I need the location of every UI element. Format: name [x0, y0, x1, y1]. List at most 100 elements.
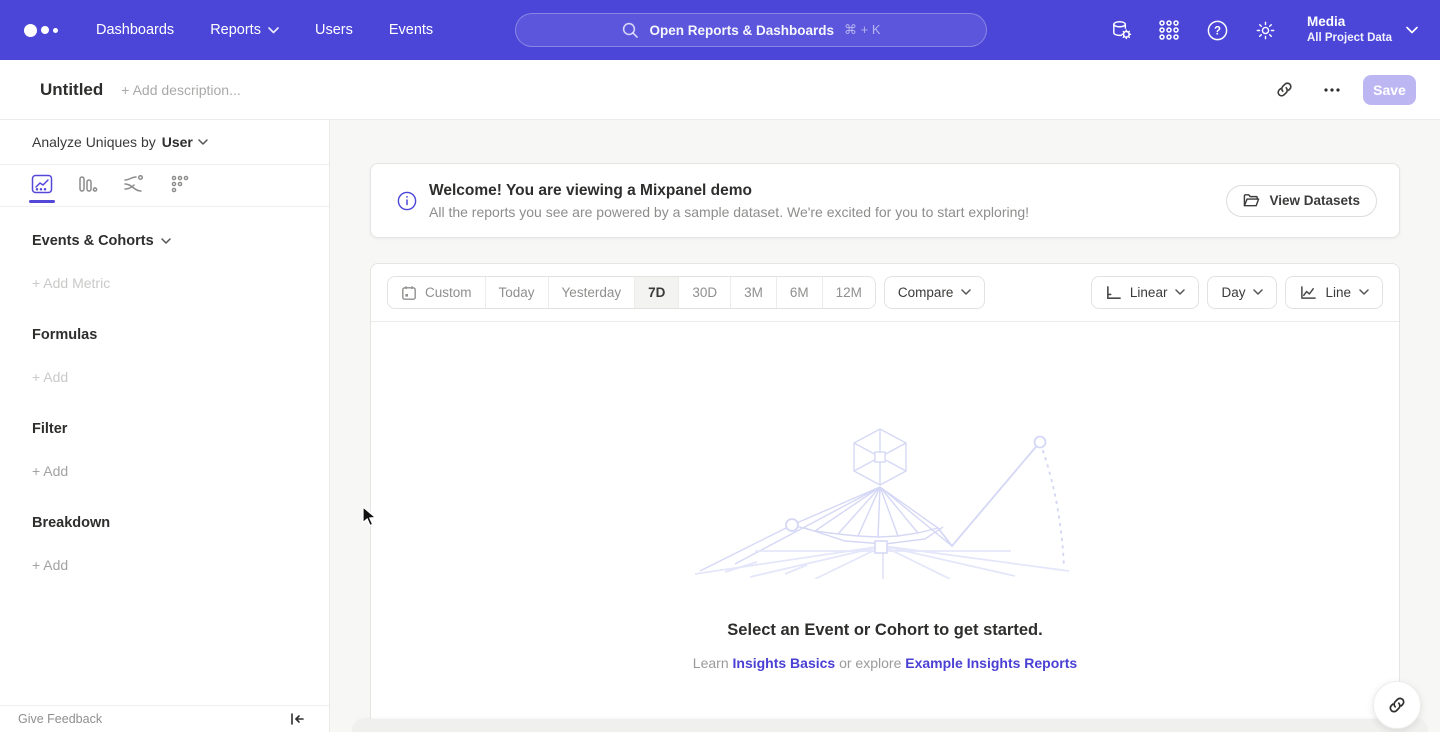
date-range-segmented-control: Custom Today Yesterday 7D 30D 3M 6M 12M — [387, 276, 876, 309]
range-label: Custom — [425, 285, 472, 300]
chevron-down-icon — [161, 238, 171, 245]
range-30d[interactable]: 30D — [678, 277, 730, 308]
copy-link-icon[interactable] — [1267, 73, 1301, 107]
banner-subtitle: All the reports you see are powered by a… — [429, 204, 1029, 220]
empty-state: Select an Event or Cohort to get started… — [371, 322, 1399, 671]
range-label: 6M — [790, 285, 809, 300]
share-link-fab[interactable] — [1373, 681, 1421, 729]
collapse-sidebar-icon[interactable] — [290, 712, 305, 726]
nav-label: Reports — [210, 22, 261, 38]
analyze-uniques-row: Analyze Uniques by User — [0, 120, 329, 165]
scale-dropdown[interactable]: Linear — [1091, 276, 1200, 309]
project-info: Media All Project Data — [1307, 13, 1392, 47]
report-title[interactable]: Untitled — [40, 80, 103, 100]
global-search-input[interactable]: Open Reports & Dashboards ⌘ + K — [515, 13, 987, 47]
main-content: Welcome! You are viewing a Mixpanel demo… — [330, 120, 1440, 732]
range-today[interactable]: Today — [485, 277, 548, 308]
logo-dot — [24, 24, 37, 37]
analyze-by-dropdown[interactable]: User — [162, 134, 208, 150]
range-6m[interactable]: 6M — [776, 277, 822, 308]
chart-type-label: Line — [1325, 285, 1351, 300]
bar-chart-icon — [78, 174, 98, 194]
or-explore-text: or explore — [839, 655, 901, 671]
events-cohorts-section[interactable]: Events & Cohorts — [32, 233, 329, 249]
compare-label: Compare — [898, 285, 954, 300]
chart-type-dropdown[interactable]: Line — [1285, 276, 1383, 309]
add-metric-button[interactable]: + Add Metric — [32, 275, 329, 291]
nav-item-reports[interactable]: Reports — [210, 22, 279, 38]
empty-state-links: Learn Insights Basics or explore Example… — [693, 655, 1077, 671]
add-description-field[interactable]: + Add description... — [121, 82, 240, 98]
next-section-peek[interactable] — [352, 719, 1428, 732]
range-label: 3M — [744, 285, 763, 300]
nav-item-users[interactable]: Users — [315, 22, 353, 38]
compare-dropdown[interactable]: Compare — [884, 276, 986, 309]
more-options-icon[interactable] — [1315, 73, 1349, 107]
tab-insights-line[interactable] — [30, 174, 54, 204]
add-filter-button[interactable]: + Add — [32, 463, 329, 479]
banner-text: Welcome! You are viewing a Mixpanel demo… — [429, 182, 1029, 220]
link-icon — [1387, 695, 1407, 715]
flows-icon — [123, 174, 145, 194]
funnel-dots-icon — [170, 174, 190, 194]
settings-gear-icon[interactable] — [1253, 18, 1277, 42]
view-datasets-button[interactable]: View Datasets — [1226, 185, 1377, 217]
chevron-down-icon — [1406, 26, 1418, 34]
search-placeholder: Open Reports & Dashboards — [649, 23, 834, 38]
range-custom[interactable]: Custom — [388, 277, 485, 308]
analyze-label: Analyze Uniques by — [32, 134, 156, 150]
filter-section-title: Filter — [32, 421, 329, 437]
empty-state-title: Select an Event or Cohort to get started… — [727, 621, 1042, 640]
range-12m[interactable]: 12M — [822, 277, 875, 308]
tab-indicator — [167, 200, 193, 203]
range-label: 12M — [836, 285, 862, 300]
give-feedback-link[interactable]: Give Feedback — [18, 712, 102, 726]
project-scope: All Project Data — [1307, 31, 1392, 47]
interval-dropdown[interactable]: Day — [1207, 276, 1277, 309]
chevron-down-icon — [1359, 289, 1369, 296]
save-button[interactable]: Save — [1363, 75, 1416, 105]
project-name: Media — [1307, 13, 1392, 31]
interval-label: Day — [1221, 285, 1245, 300]
range-3m[interactable]: 3M — [730, 277, 776, 308]
nav-item-dashboards[interactable]: Dashboards — [96, 22, 174, 38]
add-breakdown-button[interactable]: + Add — [32, 557, 329, 573]
search-shortcut: ⌘ + K — [844, 22, 881, 38]
range-label: Yesterday — [562, 285, 622, 300]
sidebar-footer: Give Feedback — [0, 705, 329, 732]
project-switcher[interactable]: Media All Project Data — [1307, 13, 1418, 47]
help-icon[interactable]: ? — [1205, 18, 1229, 42]
axes-icon — [1105, 285, 1122, 301]
apps-grid-icon[interactable] — [1157, 18, 1181, 42]
tab-indicator — [75, 200, 101, 203]
report-header-actions: Save — [1267, 73, 1416, 107]
mixpanel-logo-icon[interactable] — [24, 24, 64, 37]
nav-item-events[interactable]: Events — [389, 22, 433, 38]
range-7d[interactable]: 7D — [634, 277, 678, 308]
tab-bar-chart[interactable] — [76, 174, 100, 204]
formulas-title: Formulas — [32, 327, 97, 343]
nav-label: Users — [315, 22, 353, 38]
add-breakdown-label: + Add — [32, 557, 68, 573]
learn-prefix: Learn — [693, 655, 729, 671]
breakdown-title: Breakdown — [32, 515, 110, 531]
tab-flows[interactable] — [122, 174, 146, 204]
folder-icon — [1243, 193, 1260, 208]
nav-label: Dashboards — [96, 22, 174, 38]
primary-nav: Dashboards Reports Users Events — [96, 22, 433, 38]
empty-state-illustration — [695, 424, 1075, 579]
svg-text:?: ? — [1213, 25, 1220, 37]
range-label: Today — [499, 285, 535, 300]
chevron-down-icon — [268, 27, 279, 34]
demo-welcome-banner: Welcome! You are viewing a Mixpanel demo… — [370, 163, 1400, 238]
tab-funnel-dots[interactable] — [168, 174, 192, 204]
scale-label: Linear — [1130, 285, 1168, 300]
add-metric-label: + Add Metric — [32, 275, 110, 291]
report-card: Custom Today Yesterday 7D 30D 3M 6M 12M … — [370, 263, 1400, 732]
insights-basics-link[interactable]: Insights Basics — [733, 655, 836, 671]
data-management-icon[interactable] — [1109, 18, 1133, 42]
chart-type-tabs — [0, 165, 329, 207]
example-insights-reports-link[interactable]: Example Insights Reports — [905, 655, 1077, 671]
add-formula-button[interactable]: + Add — [32, 369, 329, 385]
range-yesterday[interactable]: Yesterday — [548, 277, 635, 308]
